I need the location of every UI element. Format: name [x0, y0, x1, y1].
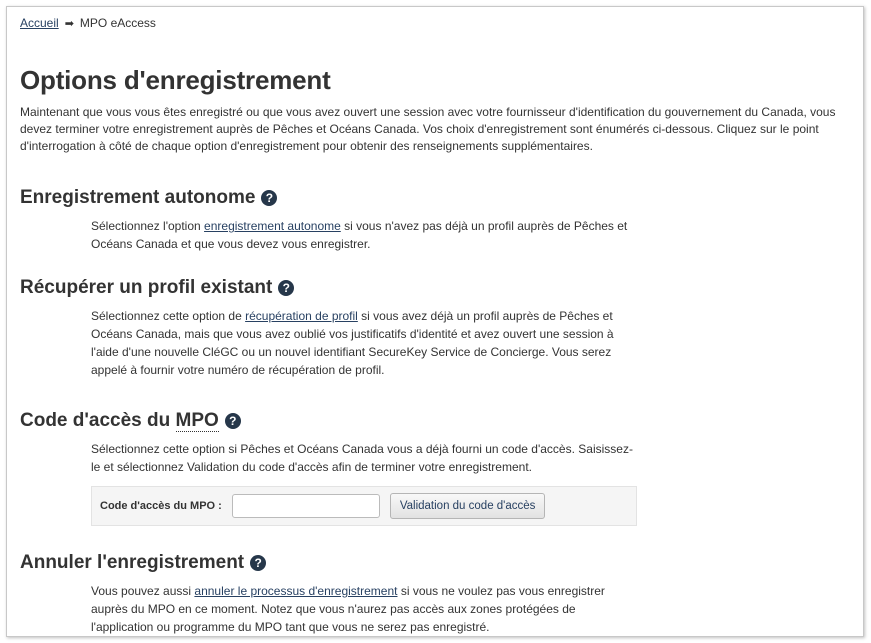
- section-heading: Récupérer un profil existant ?: [20, 277, 636, 299]
- section-heading-text: Récupérer un profil existant: [20, 277, 273, 298]
- section-cancel-registration: Annuler l'enregistrement ? Vous pouvez a…: [20, 552, 636, 636]
- section-heading: Annuler l'enregistrement ?: [20, 552, 636, 574]
- breadcrumb-current: MPO eAccess: [79, 16, 156, 30]
- intro-text: Maintenant que vous vous êtes enregistré…: [20, 105, 836, 153]
- section-heading: Enregistrement autonome ?: [20, 187, 636, 209]
- page-frame: Accueil ➡ MPO eAccess Options d'enregist…: [6, 6, 864, 637]
- section-description: Sélectionnez cette option si Pêches et O…: [91, 442, 633, 474]
- text: Vous pouvez aussi: [91, 584, 195, 598]
- profile-recovery-link[interactable]: récupération de profil: [245, 309, 358, 323]
- section-recover-profile: Récupérer un profil existant ? Sélection…: [20, 277, 636, 379]
- section-description: Sélectionnez cette option de récupératio…: [91, 307, 636, 379]
- section-heading-text: Enregistrement autonome: [20, 187, 256, 208]
- text: Sélectionnez l'option: [91, 219, 205, 233]
- access-code-label: Code d'accès du MPO :: [100, 500, 222, 512]
- section-heading-text: Code d'accès du MPO: [20, 410, 219, 432]
- section-self-registration: Enregistrement autonome ? Sélectionnez l…: [20, 187, 636, 253]
- help-icon[interactable]: ?: [261, 190, 278, 206]
- cancel-registration-link[interactable]: annuler le processus d'enregistrement: [194, 584, 397, 598]
- validate-access-code-button[interactable]: Validation du code d'accès: [389, 493, 546, 519]
- section-access-code: Code d'accès du MPO ? Sélectionnez cette…: [20, 410, 637, 526]
- help-icon[interactable]: ?: [278, 280, 295, 296]
- section-description: Vous pouvez aussi annuler le processus d…: [91, 582, 636, 636]
- help-icon[interactable]: ?: [250, 555, 267, 571]
- self-registration-link[interactable]: enregistrement autonome: [204, 219, 341, 233]
- access-code-form: Code d'accès du MPO : Validation du code…: [91, 486, 637, 526]
- mpo-abbr: MPO: [175, 410, 219, 432]
- access-code-input[interactable]: [231, 494, 380, 518]
- help-icon[interactable]: ?: [224, 413, 241, 429]
- section-description: Sélectionnez l'option enregistrement aut…: [91, 217, 636, 253]
- breadcrumb-home-link[interactable]: Accueil: [20, 16, 59, 30]
- text: Sélectionnez cette option de: [91, 309, 246, 323]
- main-content: Options d'enregistrement Maintenant que …: [20, 65, 855, 634]
- arrow-right-icon: ➡: [64, 17, 74, 30]
- page-title: Options d'enregistrement: [20, 65, 331, 95]
- section-heading-text: Annuler l'enregistrement: [20, 552, 245, 573]
- section-heading: Code d'accès du MPO ?: [20, 410, 637, 432]
- breadcrumb: Accueil ➡ MPO eAccess: [20, 16, 156, 30]
- text: Code d'accès du: [20, 410, 176, 431]
